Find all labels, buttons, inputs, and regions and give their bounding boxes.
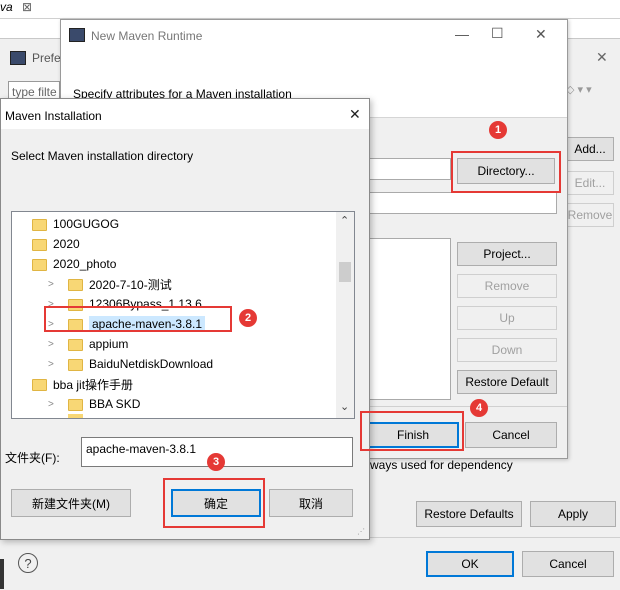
folder-icon [32,239,47,251]
maven-runtime-close-icon[interactable]: ✕ [535,26,547,43]
preferences-cancel-button[interactable]: Cancel [522,551,614,577]
folder-icon [68,339,83,351]
highlight-finish-button [360,411,464,451]
tree-row-label: BaiduNetdiskDownload [89,357,214,371]
runtime-remove-button[interactable]: Remove [457,274,557,298]
scroll-up-arrow-icon[interactable]: ⌃ [340,214,349,227]
tree-row[interactable]: >2020-7-10-测试 [12,274,342,294]
tree-row-label: bba jit操作手册 [53,377,134,392]
maven-installation-title: Maven Installation [5,109,102,123]
editor-tab-label: va [0,0,13,14]
tree-row-label: 100GUGOG [53,217,120,231]
always-used-text: ways used for dependency [370,458,513,472]
down-button[interactable]: Down [457,338,557,362]
project-button[interactable]: Project... [457,242,557,266]
tree-row[interactable]: > appium [12,334,342,354]
restore-default-button[interactable]: Restore Default [457,370,557,394]
tree-scrollbar[interactable]: ⌃ ⌄ [336,212,354,418]
preferences-add-button[interactable]: Add... [566,137,614,161]
maven-runtime-minimize-icon[interactable]: — [455,26,469,42]
help-icon-glyph: ? [24,555,32,571]
maven-runtime-title: New Maven Runtime [91,29,203,43]
preferences-edit-button[interactable]: Edit... [566,171,614,195]
maven-installation-prompt: Select Maven installation directory [11,149,194,163]
maven-runtime-cancel-button[interactable]: Cancel [465,422,557,448]
history-nav-icon[interactable]: ◇ ▾ ▾ [566,83,592,96]
preferences-close-icon[interactable]: ✕ [596,49,608,66]
highlight-directory-button [451,151,561,193]
highlight-apache-maven-row [44,306,232,332]
installation-name-input[interactable] [367,192,557,214]
chevron-right-icon[interactable]: > [12,279,68,290]
scroll-down-arrow-icon[interactable]: ⌄ [340,400,349,413]
tree-row-label: 2020 [53,237,80,251]
folder-icon [68,359,83,371]
preferences-restore-defaults-button[interactable]: Restore Defaults [416,501,522,527]
tree-row-label: BBA SKD [89,397,141,411]
tree-row[interactable]: 2020 [12,234,342,254]
chevron-right-icon[interactable]: > [12,339,68,350]
folder-cancel-button[interactable]: 取消 [269,489,353,517]
new-folder-button[interactable]: 新建文件夹(M) [11,489,131,517]
preferences-title: Prefe [32,51,61,65]
folder-icon [32,259,47,271]
tree-row-label: appium [89,337,129,351]
maven-runtime-app-icon [69,28,85,42]
step-badge-4: 4 [470,399,488,417]
step-badge-1: 1 [489,121,507,139]
folder-label: 文件夹(F): [5,451,60,465]
installation-home-input[interactable] [367,158,451,180]
tree-row[interactable]: 100GUGOG [12,214,342,234]
editor-tab-close-icon[interactable]: ⊠ [22,0,32,14]
preferences-apply-button[interactable]: Apply [530,501,616,527]
help-icon[interactable]: ? [18,553,38,573]
scrollbar-thumb[interactable] [339,262,351,282]
preferences-app-icon [10,51,26,65]
preferences-remove-button[interactable]: Remove [566,203,614,227]
folder-icon [68,399,83,411]
preferences-ok-button[interactable]: OK [426,551,514,577]
additional-libraries-list[interactable] [367,238,451,400]
tree-row-label: 2020-7-10-测试 [89,277,172,292]
preferences-filter-placeholder: type filte [12,85,57,99]
up-button[interactable]: Up [457,306,557,330]
step-badge-3: 3 [207,453,225,471]
editor-tab[interactable]: va ⊠ [0,0,60,18]
preferences-left-edge [0,559,4,589]
tree-row-label: 2020_photo [53,257,117,271]
tree-row[interactable]: bba jit操作手册 [12,374,342,394]
maven-installation-close-icon[interactable]: ✕ [349,106,361,123]
resize-grip-icon[interactable]: ⋰ [357,527,365,536]
tree-row-partial-folder-icon [68,414,83,418]
highlight-confirm-button [163,478,265,528]
chevron-right-icon[interactable]: > [12,399,68,410]
maven-runtime-maximize-icon[interactable]: ☐ [491,25,504,42]
chevron-right-icon[interactable]: > [12,359,68,370]
step-badge-2: 2 [239,309,257,327]
folder-icon [32,219,47,231]
folder-input-value: apache-maven-3.8.1 [86,442,197,456]
tree-row[interactable]: 2020_photo [12,254,342,274]
folder-icon [32,379,47,391]
folder-icon [68,279,83,291]
tree-row[interactable]: > BBA SKD [12,394,342,414]
tree-row[interactable]: > BaiduNetdiskDownload [12,354,342,374]
